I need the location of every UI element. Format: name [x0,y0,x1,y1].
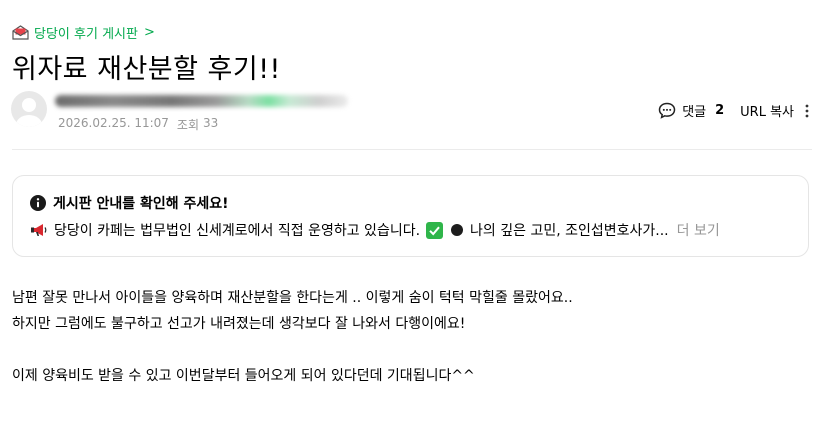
views-count: 33 [203,116,219,130]
board-icon [12,24,29,40]
post-date: 2026.02.25. 11:07 [58,116,169,130]
breadcrumb[interactable]: 당당이 후기 게시판 > [12,22,155,42]
comment-count: 2 [715,103,725,118]
chevron-right-icon: > [143,24,155,40]
notice-heading: 게시판 안내를 확인해 주세요! [53,196,229,212]
post-content: 남편 잘못 만나서 아이들을 양육하며 재산분할을 한다는게 .. 이렇게 숨이… [12,285,573,389]
notice-body: 당당이 카페는 법무법인 신세계로에서 직접 운영하고 있습니다. 나의 깊은 … [30,219,794,241]
notice-heading-row: 게시판 안내를 확인해 주세요! [30,193,229,213]
info-icon [30,195,46,211]
more-vertical-icon[interactable] [802,103,812,119]
views-label: 조회 [176,118,200,132]
post-views: 조회 33 [177,116,218,133]
post-actions: 댓글 2 URL 복사 [658,101,812,120]
divider [12,149,812,150]
checkmark-icon [426,221,444,239]
content-line: 하지만 그럼에도 불구하고 선고가 내려졌는데 생각보다 잘 나와서 다행이에요… [12,316,466,332]
comment-icon [658,102,676,119]
notice-more-link[interactable]: 더 보기 [677,220,720,240]
board-notice[interactable]: 게시판 안내를 확인해 주세요! 당당이 카페는 법무법인 신세계로에서 직접 … [12,175,809,257]
url-copy-button[interactable]: URL 복사 [740,101,794,120]
content-line: 이제 양육비도 받을 수 있고 이번달부터 들어오게 되어 있다던데 기대됩니다… [12,368,475,384]
content-line [12,337,573,363]
post-meta: 2026.02.25. 11:07 조회 33 [58,116,218,133]
content-line: 남편 잘못 만나서 아이들을 양육하며 재산분할을 한다는게 .. 이렇게 숨이… [12,290,573,306]
notice-text-2: 나의 깊은 고민, 조인섭변호사가... [470,223,669,239]
avatar[interactable] [11,91,47,127]
comment-label: 댓글 [682,105,707,120]
post-title: 위자료 재산분할 후기!! [12,54,281,85]
megaphone-icon [31,224,47,236]
author-name-redacted [55,95,348,107]
notice-text-1: 당당이 카페는 법무법인 신세계로에서 직접 운영하고 있습니다. [54,223,421,239]
breadcrumb-label[interactable]: 당당이 후기 게시판 [34,23,138,42]
black-circle-icon [451,224,464,236]
avatar-icon [16,98,42,127]
comment-button[interactable]: 댓글 2 [658,101,724,120]
